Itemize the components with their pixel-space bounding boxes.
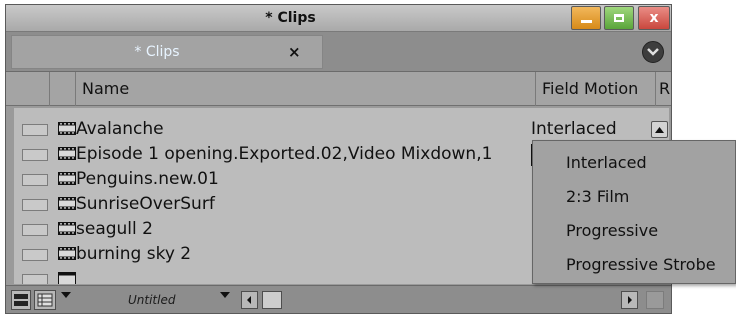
scroll-right-button[interactable] bbox=[621, 291, 638, 309]
tab-bar: * Clips × bbox=[6, 32, 671, 72]
row-select-box[interactable] bbox=[22, 174, 48, 186]
close-button[interactable]: x bbox=[638, 6, 670, 30]
close-icon: x bbox=[649, 10, 659, 26]
scroll-left-icon bbox=[247, 296, 251, 304]
clip-film-icon bbox=[58, 172, 76, 185]
horizontal-scroll-thumb[interactable] bbox=[262, 291, 282, 309]
menu-item-interlaced[interactable]: Interlaced bbox=[566, 149, 647, 177]
frame-view-button[interactable] bbox=[11, 290, 31, 310]
bin-menu-button[interactable] bbox=[642, 41, 664, 63]
column-header-field-motion[interactable]: Field Motion bbox=[536, 72, 656, 106]
row-select-box[interactable] bbox=[22, 249, 48, 261]
clip-film-icon bbox=[58, 197, 76, 210]
row-select-box[interactable] bbox=[22, 149, 48, 161]
chevron-down-icon bbox=[220, 292, 230, 298]
row-select-box[interactable] bbox=[22, 199, 48, 211]
clip-film-icon bbox=[58, 147, 76, 160]
window-title: * Clips bbox=[265, 10, 316, 26]
field-motion-dropdown-menu: Interlaced 2:3 Film Progressive Progress… bbox=[532, 140, 736, 284]
menu-item-progressive[interactable]: Progressive bbox=[566, 217, 658, 245]
field-motion-value[interactable]: Interlaced bbox=[531, 117, 617, 142]
chevron-down-icon bbox=[647, 48, 659, 56]
menu-item-progressive-strobe[interactable]: Progressive Strobe bbox=[566, 251, 716, 279]
field-motion-dropdown-button[interactable] bbox=[651, 121, 668, 138]
row-select-box[interactable] bbox=[22, 124, 48, 136]
clip-film-icon bbox=[58, 222, 76, 235]
view-menu-arrow-icon[interactable] bbox=[61, 292, 71, 298]
maximize-button[interactable] bbox=[604, 6, 634, 30]
minimize-icon bbox=[580, 19, 592, 23]
bin-bottom-toolbar: Untitled bbox=[6, 285, 671, 313]
column-header-name[interactable]: Name bbox=[76, 72, 536, 106]
maximize-icon bbox=[614, 14, 624, 22]
clip-name: Avalanche bbox=[76, 119, 164, 139]
scroll-right-icon bbox=[628, 296, 632, 304]
clip-film-icon bbox=[58, 122, 76, 135]
tab-label: * Clips bbox=[134, 44, 180, 60]
row-select-box[interactable] bbox=[22, 224, 48, 236]
tab-clips[interactable]: * Clips × bbox=[11, 35, 323, 69]
scroll-left-button[interactable] bbox=[241, 291, 258, 309]
clip-name: seagull 2 bbox=[76, 219, 153, 239]
clip-film-icon bbox=[58, 272, 76, 284]
clip-name: Penguins.new.01 bbox=[76, 169, 219, 189]
list-view-icon bbox=[37, 293, 53, 307]
bin-view-name: Untitled bbox=[128, 293, 176, 307]
column-header-row: Name Field Motion R bbox=[6, 72, 671, 106]
minimize-button[interactable] bbox=[571, 6, 601, 30]
column-header-icon[interactable] bbox=[50, 72, 76, 106]
list-item[interactable]: Avalanche Interlaced bbox=[14, 117, 669, 142]
menu-item-2-3-film[interactable]: 2:3 Film bbox=[566, 183, 629, 211]
triangle-up-icon bbox=[655, 126, 664, 133]
clip-film-icon bbox=[58, 247, 76, 260]
tab-close-icon[interactable]: × bbox=[288, 36, 301, 70]
bin-view-selector[interactable]: Untitled bbox=[98, 290, 233, 310]
frame-view-icon bbox=[14, 294, 28, 306]
clip-name: burning sky 2 bbox=[76, 244, 192, 264]
column-header-select[interactable] bbox=[14, 72, 50, 106]
resize-corner[interactable] bbox=[646, 291, 664, 309]
clip-name: Episode 1 opening.Exported.02,Video Mixd… bbox=[76, 144, 493, 164]
clip-name: SunriseOverSurf bbox=[76, 194, 215, 214]
title-bar[interactable]: * Clips x bbox=[6, 5, 671, 32]
list-view-button[interactable] bbox=[34, 290, 56, 310]
row-select-box[interactable] bbox=[22, 274, 48, 284]
column-header-r[interactable]: R bbox=[656, 72, 671, 106]
